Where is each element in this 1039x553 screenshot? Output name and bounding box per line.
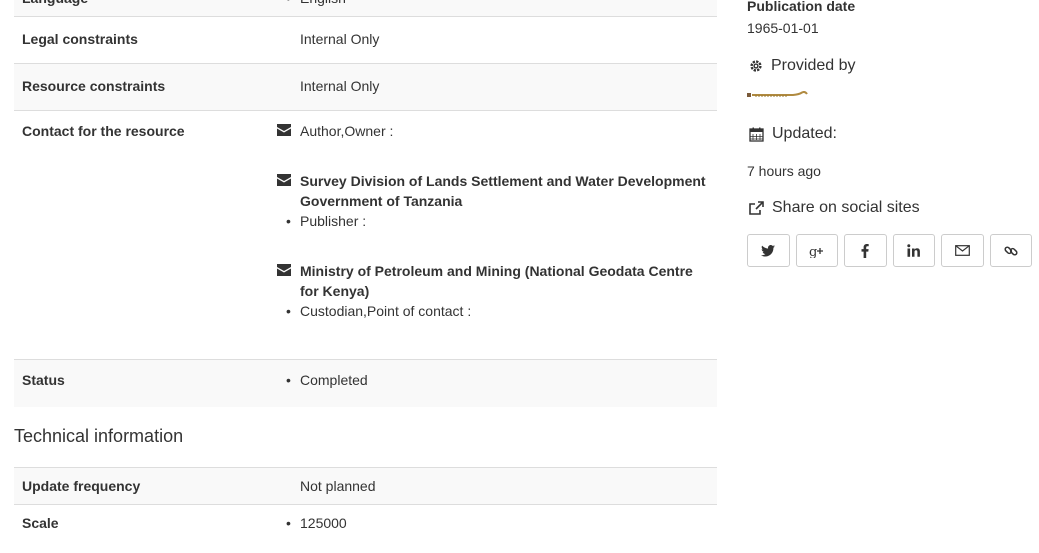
row-label: Scale <box>22 515 59 531</box>
row-label: Language <box>14 0 277 17</box>
row-resource-constraints: Resource constraints Internal Only <box>14 63 717 111</box>
contact-role: Publisher : <box>286 211 709 231</box>
google-plus-icon: g <box>809 245 823 258</box>
row-label: Status <box>22 372 65 388</box>
gear-icon <box>750 60 762 72</box>
svg-text:g: g <box>809 245 817 258</box>
provided-by-heading: Provided by <box>747 55 1032 77</box>
row-value: 125000 <box>286 513 709 533</box>
row-value: English <box>286 0 709 8</box>
row-value: Internal Only <box>300 31 380 47</box>
row-label: Legal constraints <box>22 31 138 47</box>
link-icon <box>1004 245 1018 256</box>
row-legal-constraints: Legal constraints Internal Only <box>14 16 717 64</box>
share-facebook-button[interactable] <box>844 234 887 267</box>
contact-organisation: Ministry of Petroleum and Mining (Nation… <box>300 263 693 299</box>
updated-label: Updated: <box>772 125 837 142</box>
share-heading: Share on social sites <box>747 197 1032 219</box>
envelope-icon <box>277 264 291 276</box>
row-label: Resource constraints <box>22 78 166 94</box>
share-google-plus-button[interactable]: g <box>795 234 838 267</box>
row-label: Contact for the resource <box>22 123 185 139</box>
section-heading-technical: Technical information <box>14 426 184 446</box>
updated-heading: Updated: <box>747 123 1032 145</box>
row-label: Update frequency <box>22 478 141 494</box>
share-twitter-button[interactable] <box>747 234 790 267</box>
row-scale: Scale 125000 <box>14 504 717 542</box>
twitter-icon <box>761 244 776 256</box>
share-email-button[interactable] <box>941 234 984 267</box>
contact-entry: Ministry of Petroleum and Mining (Nation… <box>277 261 709 321</box>
metadata-main: Language English Legal constraints Inter… <box>14 0 717 541</box>
publication-date-label: Publication date <box>747 0 856 14</box>
contact-role: Custodian,Point of contact : <box>286 301 709 321</box>
share-buttons: g <box>747 234 1032 267</box>
row-language: Language English <box>14 0 717 17</box>
contact-entry: Survey Division of Lands Settlement and … <box>277 171 709 231</box>
provider-logo <box>747 91 808 97</box>
row-value: Internal Only <box>300 78 380 94</box>
metadata-table-top: Language English Legal constraints Inter… <box>14 0 717 407</box>
contact-role: Author,Owner : <box>300 123 394 139</box>
row-contact: Contact for the resource Author,Owner : … <box>14 110 717 360</box>
email-icon <box>954 245 970 256</box>
provided-by-label: Provided by <box>771 57 856 74</box>
publication-date-value: 1965-01-01 <box>747 20 819 36</box>
envelope-icon <box>277 174 291 186</box>
contact-entry: Author,Owner : <box>277 121 709 141</box>
calendar-icon <box>749 127 764 142</box>
row-value: Not planned <box>300 478 376 494</box>
row-value: Completed <box>286 370 709 390</box>
envelope-icon <box>277 124 291 136</box>
share-linkedin-button[interactable] <box>892 234 935 267</box>
metadata-table-technical: Update frequency Not planned Scale 12500… <box>14 467 717 541</box>
contact-organisation: Survey Division of Lands Settlement and … <box>300 173 706 209</box>
updated-value: 7 hours ago <box>747 163 821 179</box>
share-icon <box>749 201 764 215</box>
metadata-sidebar: Publication date 1965-01-01 Provided by … <box>747 0 1032 267</box>
row-status: Status Completed <box>14 359 717 407</box>
share-link-button[interactable] <box>989 234 1032 267</box>
row-update-frequency: Update frequency Not planned <box>14 467 717 505</box>
share-label: Share on social sites <box>772 199 920 216</box>
facebook-icon <box>861 243 869 258</box>
linkedin-icon <box>907 244 921 257</box>
